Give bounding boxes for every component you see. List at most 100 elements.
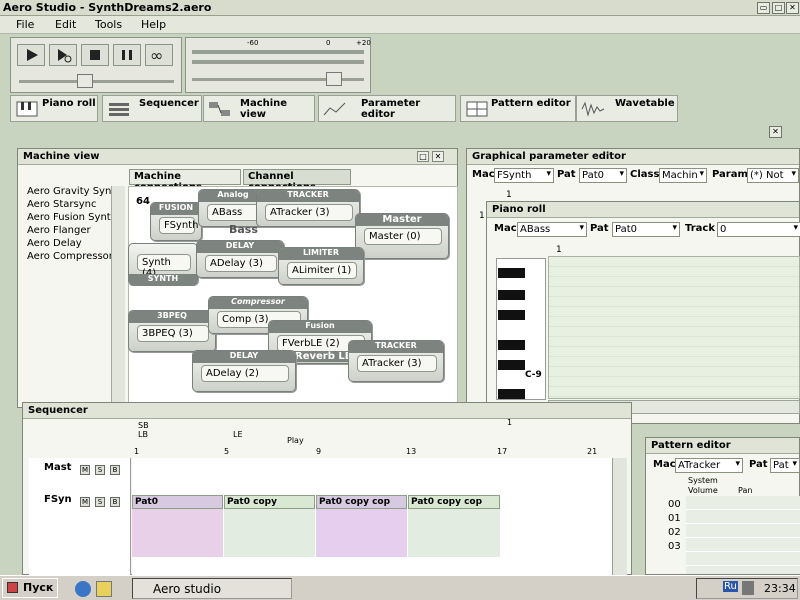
machine-list: Aero Gravity Synth Aero Starsync Aero Fu…	[27, 186, 122, 408]
pattern-select[interactable]: Pat0	[579, 168, 627, 183]
windows-logo-icon	[7, 582, 18, 593]
black-key[interactable]	[498, 389, 525, 399]
taskbar: Пуск Aero studio Ru 23:34	[0, 575, 800, 600]
level-panel: -60 0 +20	[185, 37, 371, 93]
waveform-icon	[581, 100, 605, 118]
pattern-block[interactable]: Pat0 copy cop	[316, 495, 407, 509]
panel-title: Sequencer	[23, 403, 631, 419]
list-item[interactable]: Aero Compressor	[27, 251, 113, 264]
view-tabbar: Piano roll Sequencer Machine view Parame…	[10, 95, 790, 123]
menu-file[interactable]: File	[16, 18, 34, 31]
close-workspace-icon[interactable]: ✕	[769, 126, 782, 138]
tab-wavetable[interactable]: Wavetable	[576, 95, 678, 122]
pattern-block[interactable]: Pat0 copy cop	[408, 495, 500, 509]
solo-button[interactable]: S	[95, 465, 105, 475]
list-item[interactable]: Aero Flanger	[27, 225, 111, 238]
tab-parameter-editor[interactable]: Parameter editor	[318, 95, 456, 122]
svg-text:∞: ∞	[150, 46, 163, 65]
black-key[interactable]	[498, 310, 525, 320]
panel-title: Piano roll	[487, 202, 799, 218]
pattern-select[interactable]: Pat0	[612, 222, 680, 237]
machine-node-adelay2[interactable]: DELAY ADelay (2)	[192, 350, 296, 392]
position-slider-thumb[interactable]	[77, 74, 93, 88]
position-slider-track	[19, 80, 174, 83]
param-select[interactable]: (*) Not	[747, 168, 799, 183]
maximize-icon[interactable]: □	[417, 151, 429, 162]
window-title: Aero Studio - SynthDreams2.aero	[3, 1, 212, 14]
black-key[interactable]	[498, 290, 525, 300]
machine-node-subtitle: Reverb LE	[292, 351, 355, 362]
tab-machine-connections[interactable]: Machine connections	[129, 169, 241, 193]
piano-icon	[15, 100, 39, 118]
machine-icon	[208, 100, 232, 118]
pattern-editor-panel: Pattern editor Mac ATracker Pat Pat Syst…	[645, 437, 800, 575]
track-select[interactable]: 0	[717, 222, 800, 237]
window-titlebar: Aero Studio - SynthDreams2.aero ▭ □ ✕	[0, 0, 800, 16]
tab-machine-view[interactable]: Machine view	[203, 95, 315, 122]
menu-help[interactable]: Help	[141, 18, 166, 31]
note-label: C-9	[525, 370, 542, 380]
pattern-body	[132, 509, 223, 557]
language-indicator[interactable]: Ru	[723, 581, 738, 592]
machine-node-master[interactable]: Master Master (0)	[355, 213, 449, 259]
panel-title: Machine view	[18, 149, 457, 165]
list-item[interactable]: Aero Delay	[27, 238, 111, 251]
volume-icon[interactable]	[742, 581, 754, 595]
mac-select[interactable]: ABass	[517, 222, 587, 237]
piano-roll-grid[interactable]	[548, 256, 800, 399]
list-item[interactable]: Aero Starsync	[27, 199, 111, 212]
tab-channel-connections[interactable]: Channel connections	[243, 169, 351, 193]
clock: 23:34	[764, 582, 796, 595]
play-button[interactable]	[17, 44, 45, 66]
pattern-block[interactable]: Pat0	[132, 495, 223, 509]
transport-panel: ∞	[10, 37, 182, 93]
loop-button[interactable]: ∞	[145, 44, 173, 66]
tab-piano-roll[interactable]: Piano roll	[10, 95, 98, 122]
bypass-button[interactable]: B	[110, 465, 120, 475]
minimize-icon[interactable]: ▭	[757, 2, 770, 14]
black-key[interactable]	[498, 360, 525, 370]
tab-sequencer[interactable]: Sequencer	[102, 95, 202, 122]
menu-edit[interactable]: Edit	[55, 18, 76, 31]
maximize-icon[interactable]: □	[772, 2, 785, 14]
tab-pattern-editor[interactable]: Pattern editor	[460, 95, 576, 122]
machine-node-atracker[interactable]: TRACKER ATracker (3)	[256, 189, 360, 227]
machine-node-fsynth[interactable]: FUSION FSynth	[150, 202, 202, 241]
list-item[interactable]: Aero Gravity Synth	[27, 186, 122, 199]
black-key[interactable]	[498, 340, 525, 350]
taskbar-task-aero[interactable]: Aero studio	[132, 578, 292, 599]
sequencer-vscrollbar[interactable]	[612, 458, 627, 575]
level-meter-bottom	[192, 60, 364, 64]
machine-node-adelay[interactable]: DELAY ADelay (3)	[196, 240, 284, 278]
track-name-fsynth: FSyn	[44, 494, 72, 505]
mute-button[interactable]: M	[80, 465, 90, 475]
bypass-button[interactable]: B	[110, 497, 120, 507]
black-key[interactable]	[498, 268, 525, 278]
mac-select[interactable]: ATracker	[675, 458, 743, 473]
menu-tools[interactable]: Tools	[95, 18, 122, 31]
browser-icon[interactable]	[75, 581, 91, 597]
class-select[interactable]: Machin	[659, 168, 707, 183]
pause-button[interactable]	[113, 44, 141, 66]
volume-slider-thumb[interactable]	[326, 72, 342, 86]
close-icon[interactable]: ✕	[786, 2, 799, 14]
play-loop-button[interactable]	[49, 44, 77, 66]
list-item[interactable]: Aero Fusion Synth	[27, 212, 117, 225]
notepad-icon[interactable]	[96, 581, 112, 597]
pattern-select[interactable]: Pat	[770, 458, 800, 473]
machine-node-3bpeq[interactable]: 3BPEQ 3BPEQ (3)	[128, 310, 216, 352]
stop-button[interactable]	[81, 44, 109, 66]
machine-node-atracker2[interactable]: TRACKER ATracker (3)	[348, 340, 444, 382]
mac-select[interactable]: FSynth	[494, 168, 554, 183]
close-icon[interactable]: ✕	[432, 151, 444, 162]
machine-node-synth[interactable]: Synth (4)SYNTH	[128, 243, 198, 286]
pattern-block[interactable]: Pat0 copy	[224, 495, 315, 509]
machine-list-scrollbar[interactable]	[111, 186, 125, 408]
panel-title: Pattern editor	[646, 438, 799, 454]
pattern-grid[interactable]	[686, 496, 800, 574]
mute-button[interactable]: M	[80, 497, 90, 507]
solo-button[interactable]: S	[95, 497, 105, 507]
panel-title: Graphical parameter editor	[467, 149, 799, 165]
machine-node-alimiter[interactable]: LIMITER ALimiter (1)	[278, 247, 364, 285]
pattern-body	[316, 509, 407, 557]
